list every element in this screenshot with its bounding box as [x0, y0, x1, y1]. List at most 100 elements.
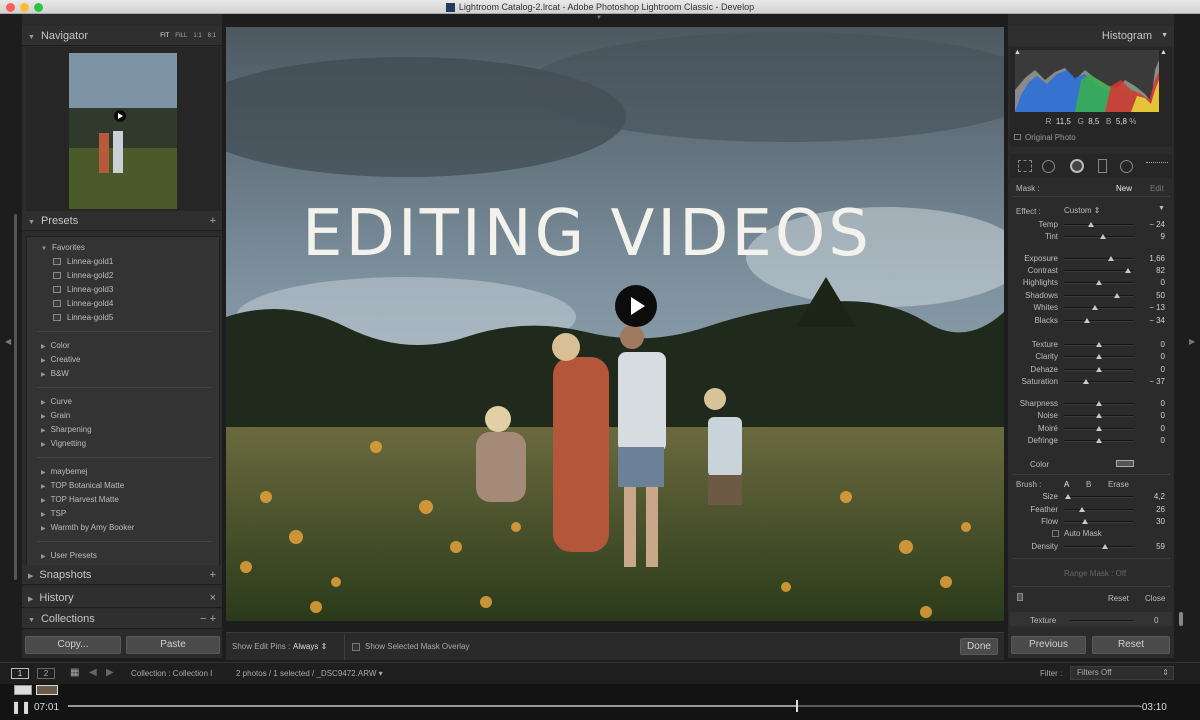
photo-canvas[interactable]: EDITING VIDEOS [226, 27, 1004, 621]
navigator-header[interactable]: ▼ Navigator FIT FILL 1:1 8:1 [22, 26, 222, 46]
slider-track[interactable] [1064, 270, 1134, 272]
slider-thumb[interactable] [1079, 507, 1086, 512]
preset-item[interactable]: Linnea-gold4 [53, 299, 113, 308]
mask-close-button[interactable]: Close [1145, 594, 1165, 603]
shadow-clipping-icon[interactable]: ▲ [1014, 49, 1021, 56]
slider-value[interactable]: 59 [1139, 542, 1165, 551]
panel-toggle-switch[interactable] [1017, 593, 1023, 601]
slider-value[interactable]: 30 [1139, 517, 1165, 526]
zoom-fill[interactable]: FILL [175, 33, 187, 39]
slider-track[interactable] [1064, 381, 1134, 383]
pause-icon[interactable]: ❚❚ [11, 700, 31, 714]
preset-item[interactable]: Linnea-gold5 [53, 313, 113, 322]
slider-value[interactable]: − 34 [1139, 316, 1165, 325]
slider-value[interactable]: 0 [1139, 278, 1165, 287]
play-button[interactable] [615, 285, 657, 327]
preset-item[interactable]: Linnea-gold3 [53, 285, 113, 294]
slider-value[interactable]: 0 [1139, 365, 1165, 374]
mask-edit-button[interactable]: Edit [1150, 184, 1164, 193]
effect-collapse-icon[interactable]: ▼ [1158, 205, 1165, 212]
filmstrip-thumbnail[interactable] [14, 685, 32, 695]
graduated-filter-icon[interactable] [1098, 159, 1107, 173]
brush-erase-button[interactable]: Erase [1108, 480, 1129, 489]
slider-thumb[interactable] [1096, 367, 1102, 372]
slider-thumb[interactable] [1087, 222, 1094, 227]
histogram-header[interactable]: Histogram ▼ [1008, 26, 1174, 46]
slider-track[interactable] [1064, 521, 1134, 523]
collection-actions-icon[interactable]: − + [200, 609, 216, 629]
mask-overlay-checkbox[interactable] [352, 643, 360, 651]
preset-folder[interactable]: ▶ Sharpening [41, 425, 92, 434]
secondary-display-button[interactable]: 2 [37, 668, 55, 679]
slider-thumb[interactable] [1099, 234, 1106, 239]
slider-thumb[interactable] [1096, 413, 1102, 418]
right-panel-scrollbar[interactable] [1179, 612, 1183, 626]
preset-folder-favorites[interactable]: ▼ Favorites [41, 243, 85, 252]
grid-view-icon[interactable]: ▦ [70, 667, 79, 678]
slider-value[interactable]: 4,2 [1139, 492, 1165, 501]
preset-item[interactable]: Linnea-gold2 [53, 271, 113, 280]
slider-thumb[interactable] [1113, 293, 1120, 298]
done-button[interactable]: Done [960, 638, 998, 655]
slider-value[interactable]: 26 [1139, 505, 1165, 514]
crop-tool-icon[interactable] [1018, 160, 1032, 172]
mask-reset-button[interactable]: Reset [1108, 594, 1129, 603]
adjustment-brush-icon[interactable] [1146, 162, 1168, 170]
slider-value[interactable]: 50 [1139, 291, 1165, 300]
slider-track[interactable] [1064, 546, 1134, 548]
edit-pins-select[interactable]: Always ⇕ [293, 633, 327, 661]
preset-folder[interactable]: ▶ Curve [41, 397, 72, 406]
slider-thumb[interactable] [1065, 494, 1072, 499]
preset-folder[interactable]: ▶ Creative [41, 355, 80, 364]
preset-item[interactable]: Linnea-gold1 [53, 257, 113, 266]
slider-value[interactable]: − 13 [1139, 303, 1165, 312]
forward-arrow-icon[interactable]: ▶ [106, 667, 114, 678]
add-preset-icon[interactable]: + [210, 211, 216, 231]
minimize-window-button[interactable] [20, 3, 29, 12]
slider-thumb[interactable] [1084, 318, 1091, 323]
preset-folder[interactable]: ▶ Warmth by Amy Booker [41, 523, 134, 532]
slider-track[interactable] [1064, 258, 1134, 260]
previous-button[interactable]: Previous [1011, 636, 1086, 654]
collections-header[interactable]: ▼ Collections − + [22, 609, 222, 629]
slider-thumb[interactable] [1096, 342, 1102, 347]
primary-display-button[interactable]: 1 [11, 668, 29, 679]
slider-value[interactable]: 9 [1139, 232, 1165, 241]
slider-value[interactable]: 0 [1139, 352, 1165, 361]
slider-thumb[interactable] [1096, 354, 1102, 359]
slider-value[interactable]: 0 [1139, 424, 1165, 433]
slider-track[interactable] [1064, 320, 1134, 322]
slider-track[interactable] [1064, 224, 1134, 226]
mask-new-button[interactable]: New [1116, 184, 1132, 193]
slider-value[interactable]: 0 [1139, 411, 1165, 420]
left-panel-toggle-icon[interactable]: ◀ [5, 337, 11, 346]
spot-removal-icon[interactable] [1042, 160, 1055, 173]
slider-thumb[interactable] [1096, 401, 1102, 406]
preset-folder[interactable]: ▶ TOP Botanical Matte [41, 481, 124, 490]
slider-thumb[interactable] [1096, 426, 1102, 431]
filter-select[interactable]: Filters Off ⇕ [1070, 666, 1174, 680]
preset-folder[interactable]: ▶ User Presets [41, 551, 97, 560]
add-snapshot-icon[interactable]: + [210, 565, 216, 585]
paste-button[interactable]: Paste [126, 636, 220, 654]
zoom-1-1[interactable]: 1:1 [193, 33, 201, 39]
navigator-thumbnail[interactable] [69, 53, 177, 209]
filmstrip-thumbnail[interactable] [36, 685, 58, 695]
left-panel-scrollbar[interactable] [14, 214, 17, 580]
preset-folder[interactable]: ▶ TOP Harvest Matte [41, 495, 119, 504]
zoom-fit[interactable]: FIT [160, 33, 169, 39]
slider-value[interactable]: 0 [1139, 436, 1165, 445]
history-header[interactable]: ▶ History × [22, 588, 222, 608]
brush-a-button[interactable]: A [1064, 480, 1069, 489]
reset-button[interactable]: Reset [1092, 636, 1170, 654]
slider-track[interactable] [1064, 307, 1134, 309]
clear-history-icon[interactable]: × [210, 588, 216, 608]
slider-track[interactable] [1064, 509, 1134, 511]
preset-folder[interactable]: ▶ maybemej [41, 467, 88, 476]
back-arrow-icon[interactable]: ◀ [89, 667, 97, 678]
right-panel-toggle-icon[interactable]: ▶ [1189, 337, 1195, 346]
slider-value[interactable]: − 37 [1139, 377, 1165, 386]
close-window-button[interactable] [6, 3, 15, 12]
slider-value[interactable]: 82 [1139, 266, 1165, 275]
red-eye-icon[interactable] [1070, 159, 1084, 173]
